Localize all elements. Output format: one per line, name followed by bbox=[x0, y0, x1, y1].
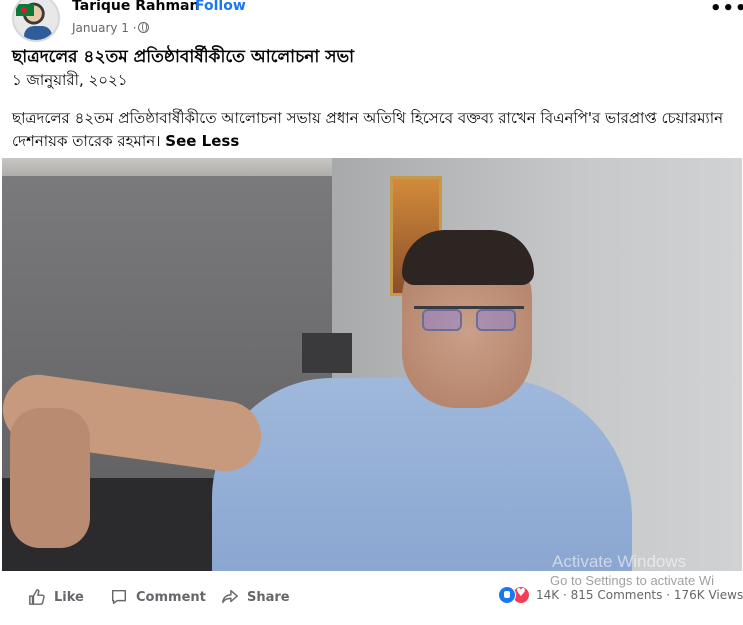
post-body-text: ছাত্রদলের ৪২তম প্রতিষ্ঠাবার্ষীকীতে আলোচন… bbox=[12, 109, 724, 150]
more-options-icon[interactable]: ••• bbox=[710, 0, 743, 19]
speaker-hair bbox=[402, 230, 534, 285]
like-button[interactable]: Like bbox=[28, 585, 84, 609]
speaker-hand bbox=[10, 408, 90, 548]
see-less-link[interactable]: See Less bbox=[165, 132, 239, 150]
video-frame-shelf bbox=[302, 333, 352, 373]
share-icon bbox=[222, 589, 238, 604]
post-date: ১ জানুয়ারী, ২০২১ bbox=[12, 71, 128, 89]
separator-dot: · bbox=[184, 0, 189, 14]
post-header: Tarique Rahman · Follow January 1 · ••• bbox=[0, 0, 743, 44]
like-label: Like bbox=[54, 589, 84, 605]
post-actions-bar: Like Comment Share 14K · 815 Comments · … bbox=[0, 573, 743, 625]
reactions-summary[interactable] bbox=[498, 586, 530, 604]
post-body: ছাত্রদলের ৪২তম প্রতিষ্ঠাবার্ষীকীতে আলোচন… bbox=[12, 107, 732, 153]
follow-button[interactable]: Follow bbox=[195, 0, 246, 14]
stats-separator: · bbox=[666, 588, 671, 602]
video-player[interactable] bbox=[2, 158, 742, 571]
thumbs-up-icon bbox=[29, 589, 45, 605]
author-avatar[interactable] bbox=[12, 0, 60, 42]
comment-icon bbox=[111, 589, 127, 605]
stats-separator: · bbox=[562, 588, 567, 602]
post-timestamp[interactable]: January 1 · bbox=[72, 21, 137, 35]
view-count: 176K Views bbox=[673, 588, 743, 602]
like-reaction-icon bbox=[498, 586, 516, 604]
comment-label: Comment bbox=[136, 589, 206, 605]
post-title: ছাত্রদলের ৪২তম প্রতিষ্ঠাবার্ষীকীতে আলোচন… bbox=[12, 47, 355, 67]
watermark-title: Activate Windows bbox=[552, 552, 687, 571]
engagement-stats: 14K · 815 Comments · 176K Views bbox=[536, 588, 743, 602]
comment-count[interactable]: 815 Comments bbox=[571, 588, 663, 602]
comment-button[interactable]: Comment bbox=[110, 585, 206, 609]
speaker-shirt bbox=[212, 378, 632, 571]
share-button[interactable]: Share bbox=[221, 585, 290, 609]
author-name[interactable]: Tarique Rahman bbox=[72, 0, 199, 14]
speaker-glasses bbox=[414, 306, 524, 331]
reaction-count[interactable]: 14K bbox=[536, 588, 559, 602]
share-label: Share bbox=[247, 589, 290, 605]
flag-icon bbox=[16, 4, 34, 16]
globe-icon bbox=[138, 22, 149, 33]
